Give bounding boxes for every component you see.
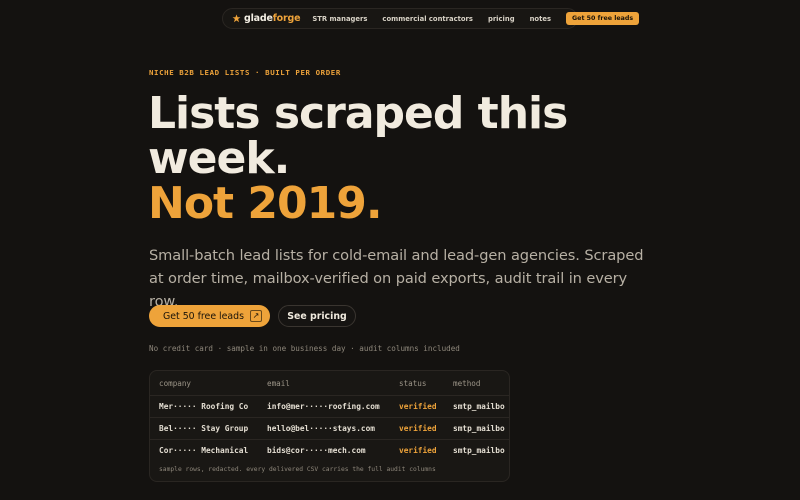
cell-method: smtp_mailbo: [453, 424, 505, 433]
headline-accent: Not 2019.: [148, 178, 383, 229]
table-row: Mer····· Roofing Co info@mer·····roofing…: [150, 395, 509, 417]
nav-link-str-managers[interactable]: STR managers: [312, 15, 367, 23]
nav-links: STR managers commercial contractors pric…: [312, 15, 566, 23]
cell-status: verified: [399, 402, 437, 411]
column-header-status: status: [399, 379, 427, 388]
cell-method: smtp_mailbo: [453, 402, 505, 411]
hero-fineprint: No credit card · sample in one business …: [149, 344, 460, 353]
table-row: Bel····· Stay Group hello@bel·····stays.…: [150, 417, 509, 439]
cell-company: Bel····· Stay Group: [159, 424, 249, 433]
cell-email: bids@cor·····mech.com: [267, 446, 366, 455]
flame-icon: [232, 14, 241, 23]
cell-company: Cor····· Mechanical: [159, 446, 249, 455]
brand-suffix: forge: [272, 13, 301, 24]
cell-email: info@mer·····roofing.com: [267, 402, 380, 411]
sample-leads-table: company email status method Mer····· Roo…: [149, 370, 510, 482]
cell-status: verified: [399, 446, 437, 455]
hero-subhead: Small-batch lead lists for cold-email an…: [149, 247, 644, 310]
cell-email: hello@bel·····stays.com: [267, 424, 375, 433]
column-header-email: email: [267, 379, 290, 388]
table-header: company email status method: [150, 373, 509, 395]
brand-logo[interactable]: glade forge: [232, 13, 301, 24]
headline-line-2: week.: [148, 133, 290, 184]
column-header-method: method: [453, 379, 481, 388]
arrow-up-right-icon: ↗: [250, 310, 263, 322]
cell-company: Mer····· Roofing Co: [159, 402, 249, 411]
table-row: Cor····· Mechanical bids@cor·····mech.co…: [150, 439, 509, 461]
headline-line-1: Lists scraped this: [148, 88, 568, 139]
cell-status: verified: [399, 424, 437, 433]
hero-eyebrow: NICHE B2B LEAD LISTS · BUILT PER ORDER: [149, 68, 341, 77]
cell-method: smtp_mailbo: [453, 446, 505, 455]
brand-prefix: glade: [244, 13, 273, 24]
hero-headline: Lists scraped this week. Not 2019.: [148, 91, 668, 226]
get-free-leads-label: Get 50 free leads: [163, 310, 245, 322]
nav-link-notes[interactable]: notes: [530, 15, 551, 23]
nav-link-commercial-contractors[interactable]: commercial contractors: [382, 15, 473, 23]
get-free-leads-button[interactable]: Get 50 free leads ↗: [149, 305, 270, 327]
table-footnote: sample rows, redacted. every delivered C…: [159, 466, 436, 473]
see-pricing-button[interactable]: See pricing: [278, 305, 356, 327]
nav-link-pricing[interactable]: pricing: [488, 15, 515, 23]
top-nav: glade forge STR managers commercial contr…: [222, 8, 640, 29]
nav-cta-button[interactable]: Get 50 free leads: [566, 12, 640, 25]
column-header-company: company: [159, 379, 192, 388]
